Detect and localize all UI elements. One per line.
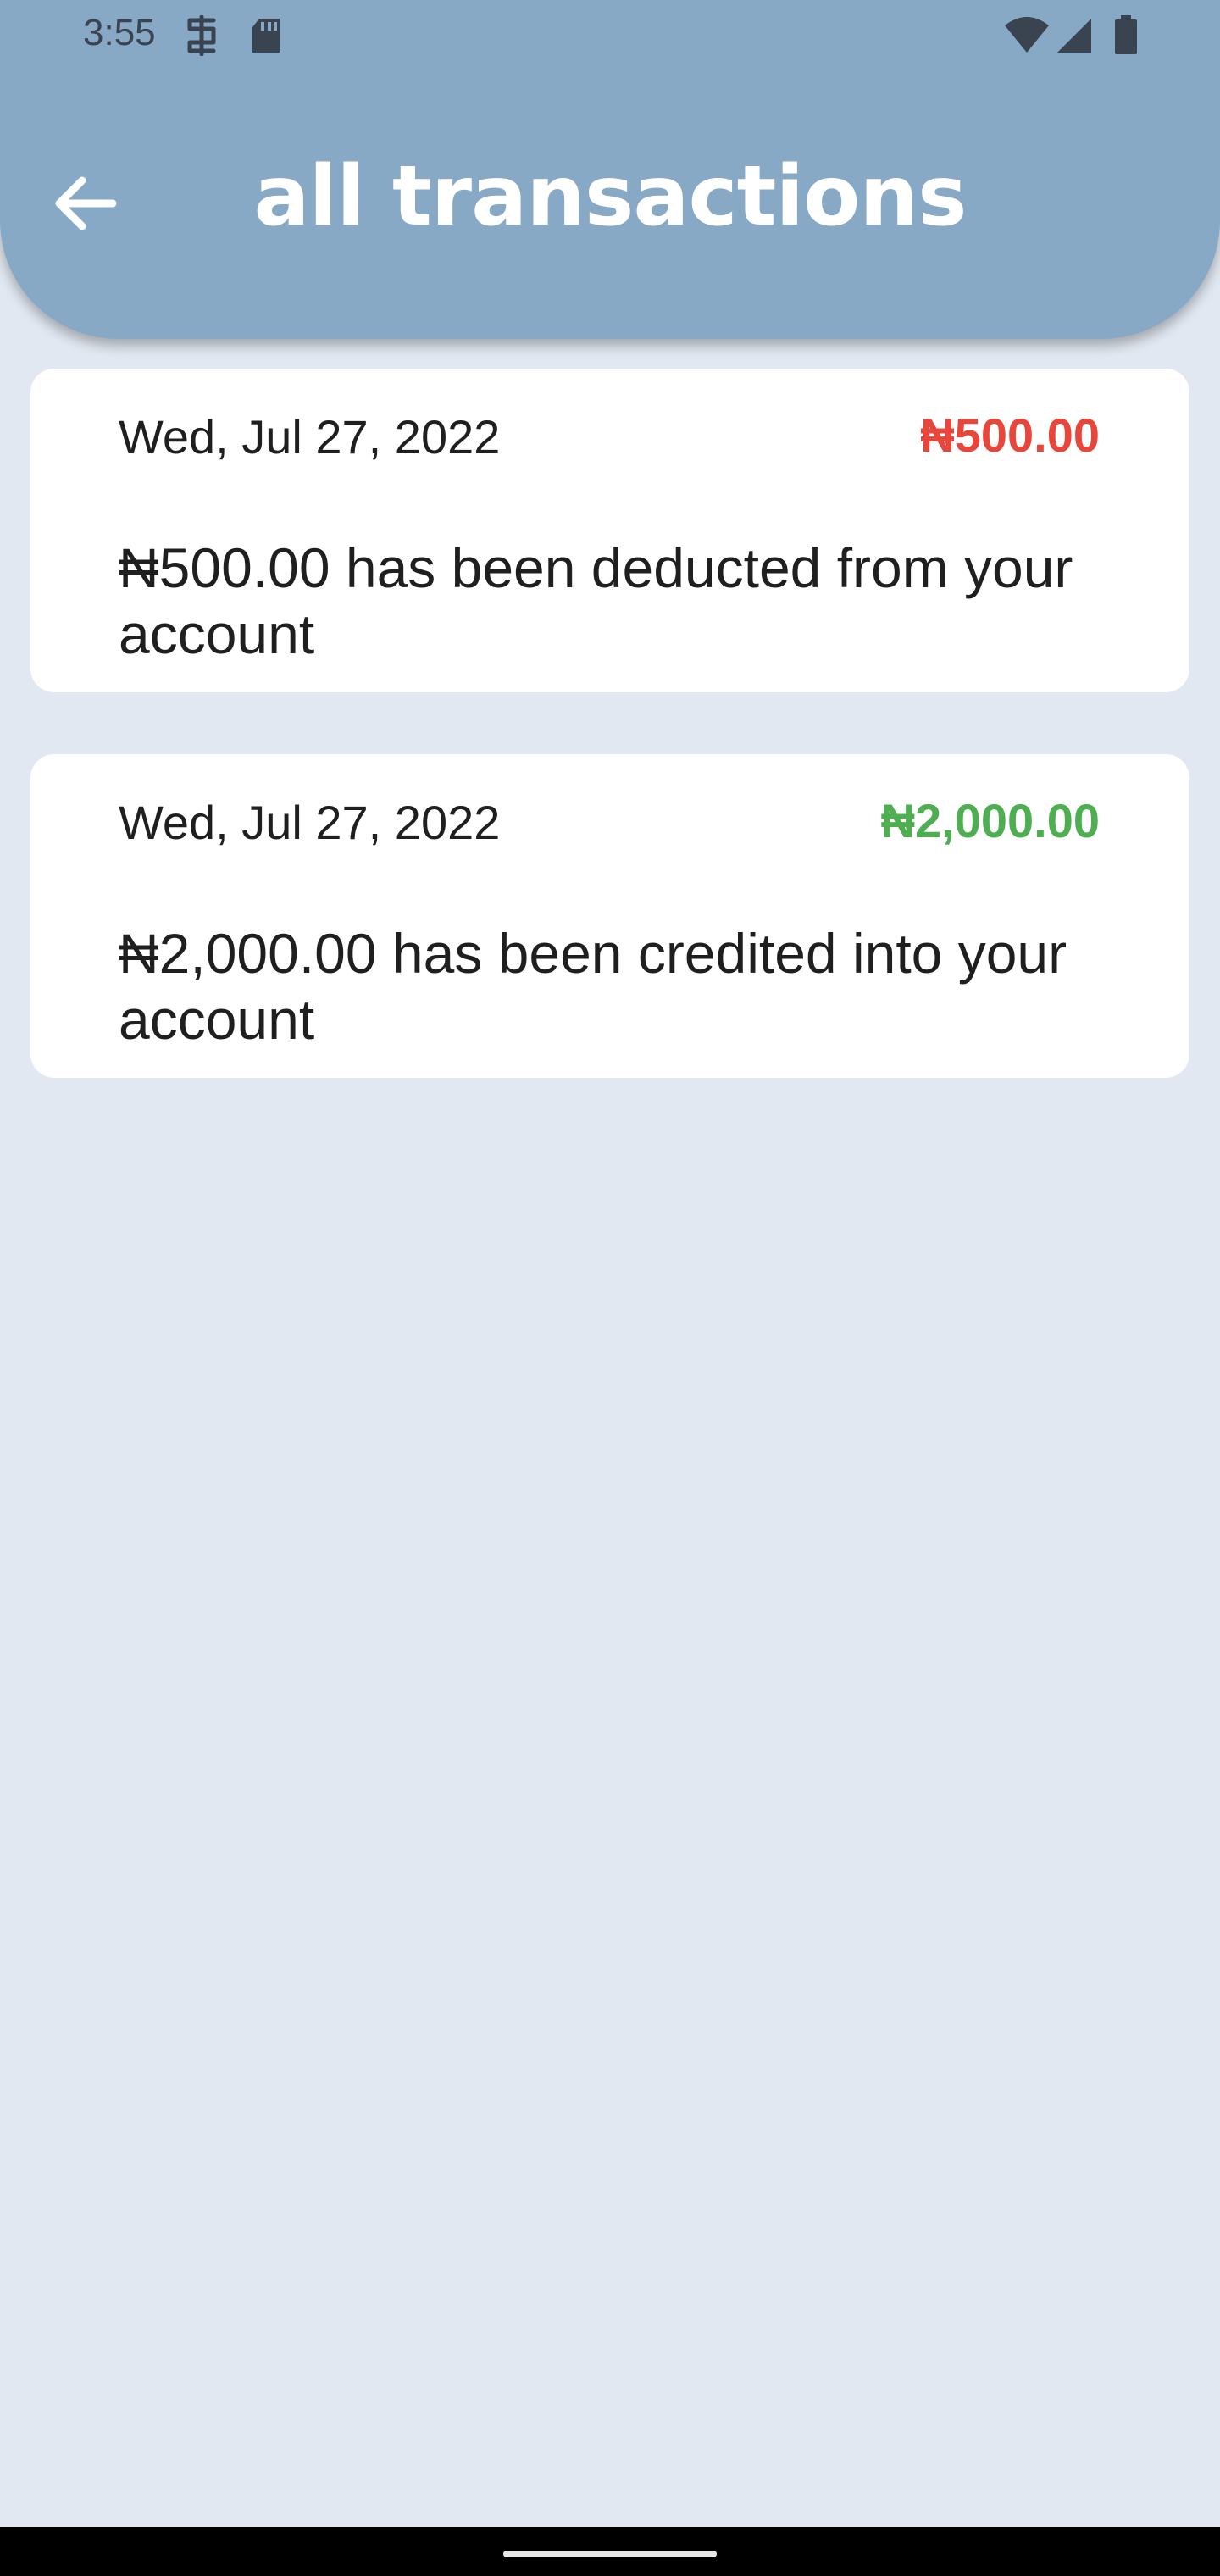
transaction-message: ₦2,000.00 has been credited into your ac… <box>119 922 1068 1051</box>
cell-signal-icon <box>1054 17 1093 58</box>
transaction-card[interactable]: Wed, Jul 27, 2022 ₦500.00 ₦500.00 has be… <box>30 369 1190 692</box>
home-indicator[interactable] <box>503 2551 717 2557</box>
transaction-message: ₦500.00 has been deducted from your acco… <box>119 536 1073 665</box>
status-time: 3:55 <box>83 12 156 53</box>
sim-icon <box>183 14 220 60</box>
wifi-icon <box>1003 17 1051 58</box>
transaction-amount: ₦500.00 <box>920 408 1100 462</box>
transaction-card[interactable]: Wed, Jul 27, 2022 ₦2,000.00 ₦2,000.00 ha… <box>30 754 1190 1078</box>
transaction-date: Wed, Jul 27, 2022 <box>119 796 501 849</box>
navigation-bar <box>0 2527 1220 2576</box>
page-title: all transactions <box>253 148 968 245</box>
sd-card-icon <box>247 15 285 60</box>
app-header: 3:55 all transactions <box>0 0 1220 339</box>
transaction-amount: ₦2,000.00 <box>880 794 1100 847</box>
battery-icon <box>1113 15 1139 60</box>
status-bar: 3:55 <box>0 0 1220 76</box>
transaction-date: Wed, Jul 27, 2022 <box>119 410 501 464</box>
